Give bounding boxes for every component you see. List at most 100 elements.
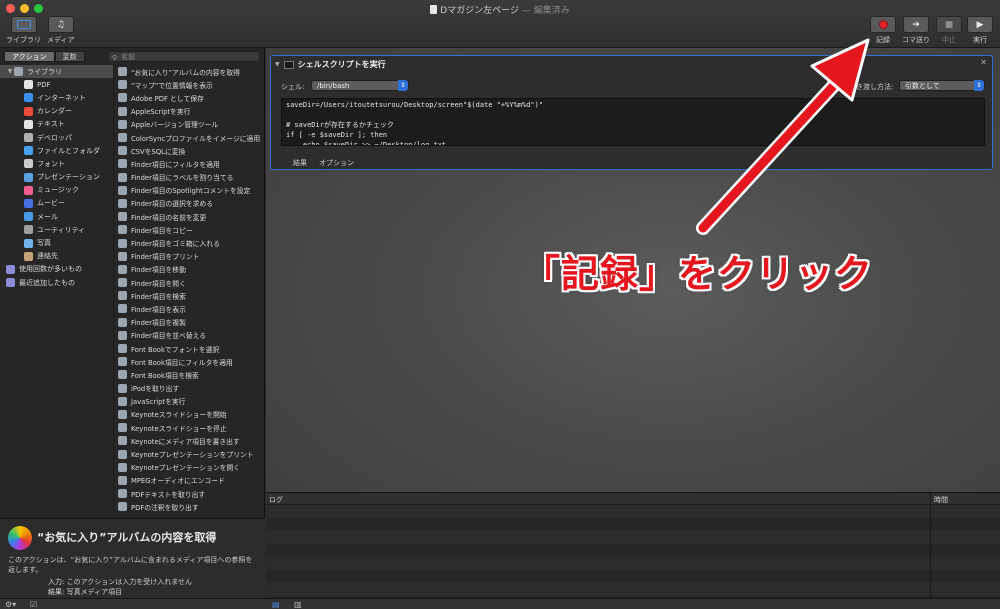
sidebar-item-category[interactable]: 連絡先 [0, 250, 113, 263]
action-list-item[interactable]: Finder項目を表示 [114, 302, 265, 315]
action-description-panel: “お気に入り”アルバムの内容を取得 このアクションは、“お気に入り”アルバムに含… [0, 518, 265, 598]
time-column-header[interactable]: 時間 [934, 495, 948, 505]
description-toggle-icon[interactable]: ☑ [30, 600, 37, 609]
sidebar-item-category[interactable]: ▼ ライブラリ [0, 65, 113, 79]
action-icon [118, 396, 127, 406]
action-list-item[interactable]: MPEGオーディオにエンコード [114, 474, 265, 487]
action-list-item[interactable]: Finder項目を検索 [114, 289, 265, 302]
action-list-item[interactable]: Keynoteプレゼンテーションを開く [114, 461, 265, 474]
action-list-item[interactable]: Finder項目の選択を求める [114, 197, 265, 210]
action-list-item[interactable]: Finder項目をプリント [114, 250, 265, 263]
category-icon [24, 93, 33, 103]
action-list-item[interactable]: Finder項目を複製 [114, 316, 265, 329]
action-icon [118, 225, 127, 235]
action-list-item[interactable]: ColorSyncプロファイルをイメージに適用 [114, 131, 265, 144]
action-list-item[interactable]: AppleScriptを実行 [114, 105, 265, 118]
action-list-item[interactable]: Keynoteスライドショーを開始 [114, 408, 265, 421]
action-label: Finder項目をプリント [131, 253, 200, 262]
action-list-item[interactable]: Finder項目の名前を変更 [114, 210, 265, 223]
action-list-item[interactable]: Finder項目のSpotlightコメントを設定 [114, 184, 265, 197]
action-list-item[interactable]: “マップ”で位置情報を表示 [114, 78, 265, 91]
sidebar-item-category[interactable]: カレンダー [0, 105, 113, 118]
action-list-item[interactable]: Keynoteにメディア項目を書き出す [114, 434, 265, 447]
category-icon [24, 251, 33, 261]
tab-options[interactable]: オプション [319, 158, 354, 168]
action-list-item[interactable]: Finder項目を移動 [114, 263, 265, 276]
action-label: AppleScriptを実行 [131, 108, 191, 117]
category-label: プレゼンテーション [37, 173, 100, 182]
close-action-icon[interactable]: ✕ [980, 58, 987, 67]
stop-button[interactable]: ■ 中止 [936, 16, 962, 45]
action-label: Keynoteにメディア項目を書き出す [131, 437, 240, 446]
list-view-icon[interactable]: ▤ [272, 600, 280, 609]
action-list-item[interactable]: Appleバージョン管理ツール [114, 118, 265, 131]
action-list-item[interactable]: iPodを取り出す [114, 382, 265, 395]
action-icon [118, 238, 127, 248]
search-icon: ⚲ [112, 54, 118, 62]
action-list-item[interactable]: Finder項目をゴミ箱に入れる [114, 236, 265, 249]
sidebar-item-category[interactable]: 使用回数が多いもの [0, 263, 113, 276]
sidebar-item-category[interactable]: メール [0, 210, 113, 223]
disclosure-triangle-icon[interactable]: ▼ [275, 61, 280, 68]
action-list-item[interactable]: Finder項目を開く [114, 276, 265, 289]
action-label: Finder項目にフィルタを適用 [131, 160, 220, 169]
record-button[interactable]: 記録 [870, 16, 896, 45]
search-input[interactable]: ⚲ 名前 [108, 51, 260, 62]
action-icon [118, 449, 127, 459]
script-editor[interactable]: saveDir=/Users/itoutetsurou/Desktop/scre… [281, 98, 985, 146]
run-button[interactable]: ▶ 実行 [967, 16, 993, 45]
action-list-item[interactable]: CSVをSQLに変換 [114, 144, 265, 157]
action-list-item[interactable]: “お気に入り”アルバムの内容を取得 [114, 65, 265, 78]
sidebar-item-category[interactable]: インターネット [0, 91, 113, 104]
action-list-item[interactable]: Finder項目を並べ替える [114, 329, 265, 342]
category-icon [24, 146, 33, 156]
tab-actions[interactable]: アクション [4, 51, 55, 62]
pass-input-popup[interactable]: 引数として ⇕ [899, 80, 985, 91]
action-list-item[interactable]: Finder項目をコピー [114, 223, 265, 236]
action-list-item[interactable]: Font Book項目を検索 [114, 368, 265, 381]
sidebar-item-category[interactable]: 写真 [0, 236, 113, 249]
shell-popup[interactable]: /bin/bash ⇕ [311, 80, 409, 91]
action-list-item[interactable]: Adobe PDF として保存 [114, 91, 265, 104]
media-button[interactable]: ♫ メディア [47, 16, 75, 45]
action-list-item[interactable]: PDFの注釈を取り出す [114, 500, 265, 513]
action-label: Finder項目を検索 [131, 292, 186, 301]
category-icon [24, 159, 33, 169]
log-view-icon[interactable]: ▥ [294, 600, 302, 609]
action-list-item[interactable]: JavaScriptを実行 [114, 395, 265, 408]
category-icon [24, 80, 33, 90]
sidebar-item-category[interactable]: 最近追加したもの [0, 276, 113, 289]
tab-variables[interactable]: 変数 [54, 51, 85, 62]
sidebar-item-category[interactable]: テキスト [0, 118, 113, 131]
action-list-item[interactable]: PDFテキストを取り出す [114, 487, 265, 500]
sidebar-item-category[interactable]: ミュージック [0, 184, 113, 197]
category-icon [24, 185, 33, 195]
category-icon [24, 106, 33, 116]
sidebar-item-category[interactable]: プレゼンテーション [0, 171, 113, 184]
action-list-item[interactable]: Keynoteプレゼンテーションをプリント [114, 447, 265, 460]
action-list-item[interactable]: Font Book項目にフィルタを適用 [114, 355, 265, 368]
sidebar-item-category[interactable]: デベロッパ [0, 131, 113, 144]
sidebar-item-category[interactable]: ムービー [0, 197, 113, 210]
log-column-header[interactable]: ログ [269, 495, 283, 505]
action-icon [118, 264, 127, 274]
sidebar-item-category[interactable]: ユーティリティ [0, 223, 113, 236]
action-icon [118, 172, 127, 182]
step-button[interactable]: ➔ コマ送り [902, 16, 930, 45]
disclosure-triangle-icon[interactable]: ▼ [6, 68, 14, 75]
run-shell-script-action[interactable]: ▼ シェルスクリプトを実行 ✕ シェル: /bin/bash ⇕ き渡し方法: … [270, 55, 993, 170]
action-list-item[interactable]: Finder項目にフィルタを適用 [114, 157, 265, 170]
action-list-item[interactable]: Font Bookでフォントを選択 [114, 342, 265, 355]
category-label: ライブラリ [27, 67, 62, 76]
action-icon [118, 185, 127, 195]
category-label: 写真 [37, 239, 51, 248]
action-list-item[interactable]: Finder項目にラベルを割り当てる [114, 171, 265, 184]
action-label: “マップ”で位置情報を表示 [131, 81, 213, 90]
sidebar-item-category[interactable]: フォント [0, 157, 113, 170]
sidebar-item-category[interactable]: PDF [0, 78, 113, 91]
tab-results[interactable]: 結果 [293, 158, 307, 168]
action-list-item[interactable]: Keynoteスライドショーを停止 [114, 421, 265, 434]
gear-icon[interactable]: ⚙▾ [5, 600, 16, 609]
library-button[interactable]: ライブラリ [6, 16, 41, 45]
sidebar-item-category[interactable]: ファイルとフォルダ [0, 144, 113, 157]
